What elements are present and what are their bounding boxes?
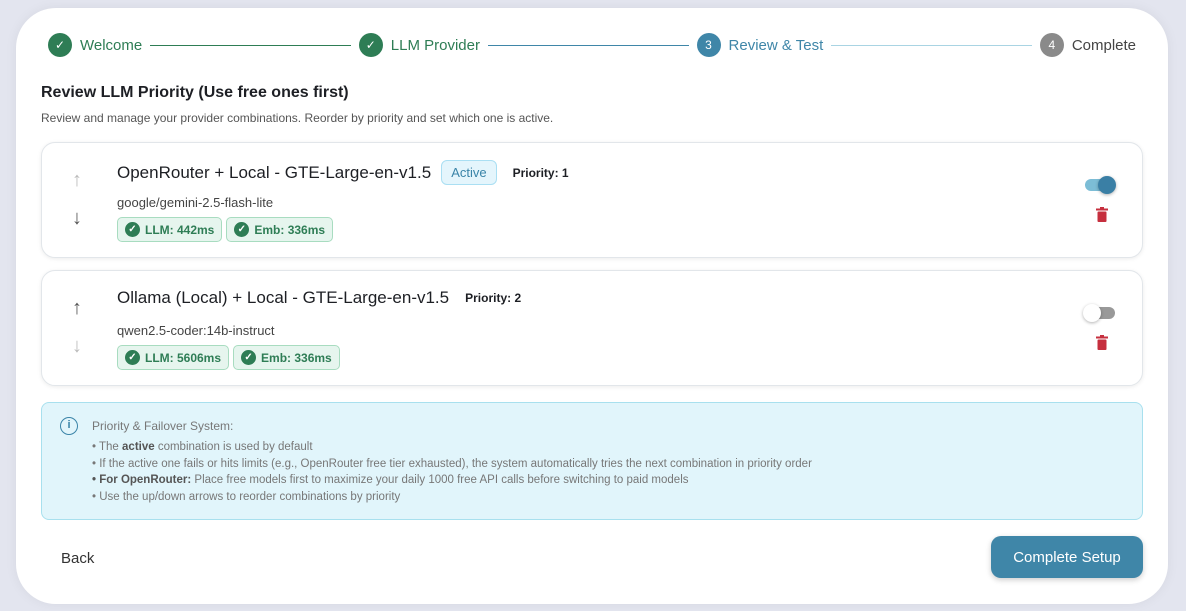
active-toggle[interactable] [1085,307,1115,319]
combination-name: OpenRouter + Local - GTE-Large-en-v1.5 [117,163,431,183]
setup-wizard-card: ✓Welcome ✓LLM Provider 3Review & Test 4C… [16,8,1168,604]
move-down-arrow-icon[interactable]: ↓ [72,207,82,230]
stepper: ✓ Welcome ✓ LLM Provider 3 Review & Test 4C… [48,32,1136,58]
emb-latency: Emb: 336ms [261,351,332,365]
emb-latency: Emb: 336ms [254,223,325,237]
emb-latency-badge: ✓ Emb: 336ms [226,217,333,242]
trash-icon[interactable] [1096,207,1108,222]
step-connector [488,45,689,46]
back-button[interactable]: Back [61,550,94,567]
info-bullet: • For OpenRouter: Place free models firs… [92,472,812,489]
info-bullet: • The active combination is used by defa… [92,439,812,456]
step-number: 4 [1040,33,1064,57]
trash-icon[interactable] [1096,335,1108,350]
step-connector [831,45,1032,46]
emb-latency-badge: ✓ Emb: 336ms [233,345,340,370]
active-toggle[interactable] [1085,179,1115,191]
llm-latency-badge: ✓ LLM: 5606ms [117,345,229,370]
step-label: LLM Provider [391,37,480,54]
step-label: Welcome [80,37,142,54]
combination-card: ↑ ↓ Ollama (Local) + Local - GTE-Large-e… [41,270,1143,386]
move-up-arrow-icon[interactable]: ↑ [72,297,82,320]
step-connector [150,45,351,46]
model-name: google/gemini-2.5-flash-lite [117,195,273,210]
step-number: 3 [697,33,721,57]
step-review-test: 3 Review & Test [697,33,824,57]
step-label: Review & Test [729,37,824,54]
check-icon: ✓ [48,33,72,57]
info-bullet: • If the active one fails or hits limits… [92,456,812,473]
step-label: Complete [1072,37,1136,54]
llm-latency-badge: ✓ LLM: 442ms [117,217,222,242]
page-subtitle: Review and manage your provider combinat… [41,111,553,125]
check-icon: ✓ [234,222,249,237]
llm-latency: LLM: 442ms [145,223,214,237]
page-title: Review LLM Priority (Use free ones first… [41,84,349,102]
check-icon: ✓ [241,350,256,365]
complete-setup-button[interactable]: Complete Setup [991,536,1143,578]
info-icon: i [60,417,78,435]
priority-label: Priority: 2 [465,291,521,305]
info-bullet: • Use the up/down arrows to reorder comb… [92,489,812,506]
move-up-arrow-icon[interactable]: ↑ [72,169,82,192]
step-complete: 4 Complete [1040,33,1136,57]
model-name: qwen2.5-coder:14b-instruct [117,323,275,338]
combination-card: ↑ ↓ OpenRouter + Local - GTE-Large-en-v1… [41,142,1143,258]
info-title: Priority & Failover System: [92,419,233,433]
check-icon: ✓ [359,33,383,57]
toggle-knob [1098,176,1116,194]
check-icon: ✓ [125,222,140,237]
priority-label: Priority: 1 [513,166,569,180]
check-icon: ✓ [125,350,140,365]
move-down-arrow-icon[interactable]: ↓ [72,335,82,358]
step-llm-provider: ✓ LLM Provider [359,33,480,57]
priority-info-box: i Priority & Failover System: • The acti… [41,402,1143,520]
combination-name: Ollama (Local) + Local - GTE-Large-en-v1… [117,288,449,308]
llm-latency: LLM: 5606ms [145,351,221,365]
active-badge: Active [441,160,496,185]
toggle-knob [1083,304,1101,322]
step-welcome: ✓ Welcome [48,33,142,57]
